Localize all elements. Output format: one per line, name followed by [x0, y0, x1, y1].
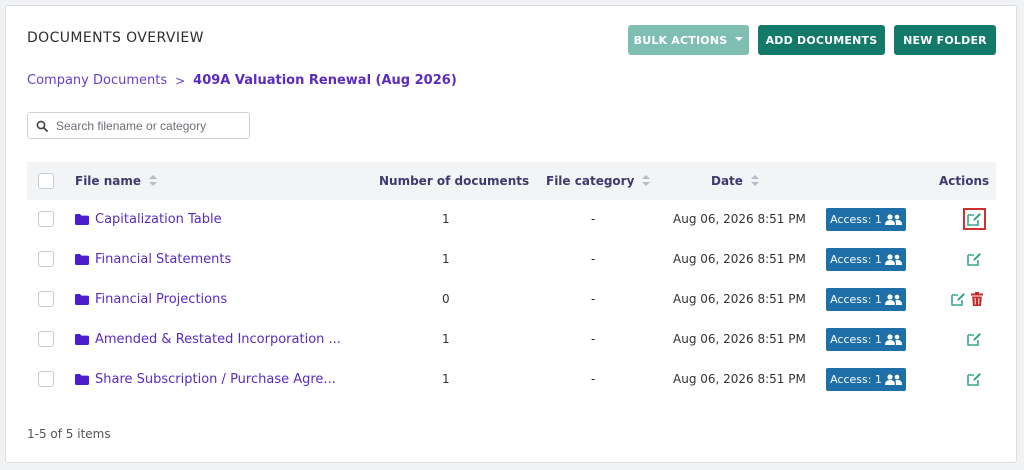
edit-button[interactable] — [967, 319, 982, 359]
file-category: - — [591, 332, 596, 346]
file-category: - — [591, 212, 596, 226]
date-value: Aug 06, 2026 8:51 PM — [673, 212, 806, 226]
date-value: Aug 06, 2026 8:51 PM — [673, 252, 806, 266]
file-name-link[interactable]: Share Subscription / Purchase Agre... — [75, 359, 336, 399]
document-count: 1 — [442, 332, 450, 346]
sort-icon[interactable] — [750, 175, 759, 187]
new-folder-button[interactable]: NEW FOLDER — [894, 25, 996, 55]
file-name-text: Financial Projections — [95, 291, 228, 307]
breadcrumb: Company Documents > 409A Valuation Renew… — [27, 73, 457, 88]
row-checkbox[interactable] — [38, 251, 54, 267]
file-name-link[interactable]: Amended & Restated Incorporation ... — [75, 319, 341, 359]
file-name-text: Financial Statements — [95, 251, 232, 267]
pagination-summary: 1-5 of 5 items — [27, 427, 111, 441]
folder-icon — [75, 213, 89, 225]
chevron-down-icon — [735, 36, 744, 41]
trash-icon — [971, 292, 983, 306]
add-documents-button[interactable]: ADD DOCUMENTS — [758, 25, 885, 55]
users-icon — [884, 294, 902, 305]
row-checkbox[interactable] — [38, 291, 54, 307]
sort-icon[interactable] — [149, 175, 158, 187]
access-label: Access: 1 — [830, 253, 882, 266]
document-count: 1 — [442, 252, 450, 266]
table-row: Amended & Restated Incorporation ... 1 -… — [27, 319, 996, 359]
users-icon — [884, 374, 902, 385]
access-label: Access: 1 — [830, 293, 882, 306]
document-count: 1 — [442, 212, 450, 226]
file-name-link[interactable]: Financial Statements — [75, 239, 231, 279]
file-category: - — [591, 372, 596, 386]
file-name-text: Amended & Restated Incorporation ... — [95, 331, 341, 347]
users-icon — [884, 254, 902, 265]
breadcrumb-parent-link[interactable]: Company Documents — [27, 73, 167, 88]
document-count: 1 — [442, 372, 450, 386]
edit-button[interactable] — [967, 239, 982, 279]
date-value: Aug 06, 2026 8:51 PM — [673, 372, 806, 386]
date-value: Aug 06, 2026 8:51 PM — [673, 332, 806, 346]
page-title: DOCUMENTS OVERVIEW — [27, 30, 204, 46]
file-category: - — [591, 252, 596, 266]
access-label: Access: 1 — [830, 333, 882, 346]
row-checkbox[interactable] — [38, 331, 54, 347]
file-name-header[interactable]: File name — [75, 162, 158, 200]
date-header[interactable]: Date — [711, 162, 759, 200]
file-name-text: Capitalization Table — [95, 211, 222, 227]
date-value: Aug 06, 2026 8:51 PM — [673, 292, 806, 306]
table-row: Financial Statements 1 - Aug 06, 2026 8:… — [27, 239, 996, 279]
breadcrumb-separator: > — [175, 73, 186, 88]
select-all-checkbox[interactable] — [38, 173, 54, 189]
search-input[interactable] — [54, 117, 244, 134]
access-button[interactable]: Access: 1 — [826, 208, 906, 231]
number-of-documents-header: Number of documents — [379, 174, 530, 188]
folder-icon — [75, 253, 89, 265]
folder-icon — [75, 373, 89, 385]
edit-button[interactable] — [967, 359, 982, 399]
file-name-link[interactable]: Capitalization Table — [75, 199, 222, 239]
access-button[interactable]: Access: 1 — [826, 328, 906, 351]
date-header-label: Date — [711, 174, 743, 188]
table-header: File name Number of documents File categ… — [27, 162, 996, 200]
file-category-header-label: File category — [546, 174, 635, 188]
edit-icon — [967, 373, 981, 386]
search-box — [27, 112, 250, 139]
bulk-actions-button[interactable]: BULK ACTIONS — [628, 25, 749, 55]
folder-icon — [75, 333, 89, 345]
row-checkbox[interactable] — [38, 211, 54, 227]
edit-icon — [967, 253, 981, 266]
file-category: - — [591, 292, 596, 306]
edit-button[interactable] — [951, 279, 966, 319]
document-count: 0 — [442, 292, 450, 306]
users-icon — [884, 214, 902, 225]
row-checkbox[interactable] — [38, 371, 54, 387]
file-name-link[interactable]: Financial Projections — [75, 279, 227, 319]
search-icon — [36, 120, 48, 132]
file-name-header-label: File name — [75, 174, 142, 188]
breadcrumb-current: 409A Valuation Renewal (Aug 2026) — [193, 73, 457, 88]
access-button[interactable]: Access: 1 — [826, 248, 906, 271]
bulk-actions-label: BULK ACTIONS — [633, 33, 728, 47]
edit-icon — [967, 333, 981, 346]
sort-icon[interactable] — [642, 175, 651, 187]
edit-icon — [951, 293, 965, 306]
access-label: Access: 1 — [830, 373, 882, 386]
access-button[interactable]: Access: 1 — [826, 368, 906, 391]
edit-icon — [963, 208, 986, 230]
users-icon — [884, 334, 902, 345]
documents-card: DOCUMENTS OVERVIEW BULK ACTIONS ADD DOCU… — [5, 5, 1017, 463]
access-label: Access: 1 — [830, 213, 882, 226]
actions-header: Actions — [939, 174, 990, 188]
table-row: Financial Projections 0 - Aug 06, 2026 8… — [27, 279, 996, 319]
access-button[interactable]: Access: 1 — [826, 288, 906, 311]
folder-icon — [75, 293, 89, 305]
delete-button[interactable] — [971, 279, 983, 319]
file-name-text: Share Subscription / Purchase Agre... — [95, 371, 336, 387]
table-row: Capitalization Table 1 - Aug 06, 2026 8:… — [27, 199, 996, 239]
file-category-header[interactable]: File category — [546, 162, 651, 200]
table-row: Share Subscription / Purchase Agre... 1 … — [27, 359, 996, 399]
edit-button[interactable] — [963, 199, 986, 239]
